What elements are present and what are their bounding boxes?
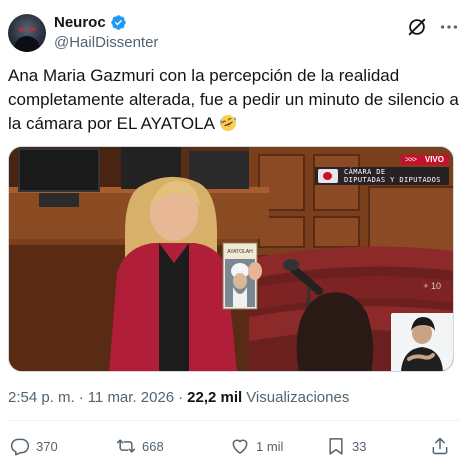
- overlay-number: + 10: [423, 281, 441, 291]
- meta-separator-2: ·: [178, 389, 184, 406]
- retweet-count: 668: [142, 438, 164, 454]
- share-button[interactable]: [430, 436, 450, 456]
- tweet-date[interactable]: 11 mar. 2026: [88, 389, 174, 406]
- channel-name-line2: DIPUTADAS Y DIPUTADOS: [344, 176, 441, 184]
- like-icon: [232, 439, 248, 454]
- channel-name-line1: CÁMARA DE: [344, 168, 386, 176]
- grok-icon[interactable]: [406, 16, 428, 38]
- tweet-time[interactable]: 2:54 p. m.: [8, 389, 75, 406]
- sign-language-interpreter: [391, 313, 453, 371]
- live-arrows: >>>: [400, 155, 420, 165]
- tweet-header: Neuroc @HailDissenter: [8, 12, 460, 56]
- like-count: 1 mil: [256, 438, 284, 454]
- retweet-button[interactable]: 668: [116, 436, 164, 456]
- tweet-media-video[interactable]: AYATOLAH >>> VIVO CÁMARA DE DIPUTADAS Y …: [8, 146, 454, 372]
- retweet-icon: [116, 439, 136, 453]
- channel-overlay: CÁMARA DE DIPUTADAS Y DIPUTADOS: [315, 167, 449, 185]
- live-label: VIVO: [419, 155, 449, 165]
- verified-badge-icon: [110, 15, 126, 30]
- views-count: 22,2 mil: [187, 389, 243, 406]
- live-badge: >>> VIVO: [400, 155, 449, 165]
- avatar-figure: [14, 36, 40, 52]
- tweet-meta: 2:54 p. m. · 11 mar. 2026 · 22,2 mil Vis…: [8, 389, 349, 406]
- rolling-on-floor-laughing-emoji-icon: [219, 115, 236, 131]
- tweet-actions: 370 668 1 mil 33: [8, 436, 460, 460]
- channel-name: CÁMARA DE DIPUTADAS Y DIPUTADOS: [344, 168, 441, 184]
- meta-separator: ·: [78, 389, 84, 406]
- bookmark-count: 33: [352, 438, 367, 454]
- interpreter-figure: [401, 317, 443, 371]
- bookmark-button[interactable]: 33: [326, 436, 366, 456]
- views-label: Visualizaciones: [246, 389, 350, 406]
- channel-logo-icon: [318, 169, 338, 183]
- reply-count: 370: [36, 438, 58, 454]
- avatar-eyes: [19, 28, 35, 32]
- share-icon: [432, 437, 448, 455]
- tweet-text: Ana Maria Gazmuri con la percepción de l…: [8, 64, 460, 136]
- avatar[interactable]: [8, 14, 46, 52]
- more-icon[interactable]: [438, 16, 460, 38]
- author-display-name[interactable]: Neuroc: [54, 14, 106, 31]
- like-button[interactable]: 1 mil: [230, 436, 283, 456]
- divider: [8, 420, 460, 421]
- reply-icon: [10, 438, 30, 456]
- reply-button[interactable]: 370: [10, 436, 58, 456]
- portrait-caption: AYATOLAH: [227, 249, 253, 255]
- author-name-row[interactable]: Neuroc: [54, 14, 127, 31]
- author-handle[interactable]: @HailDissenter: [54, 34, 158, 51]
- bookmark-icon: [329, 438, 343, 455]
